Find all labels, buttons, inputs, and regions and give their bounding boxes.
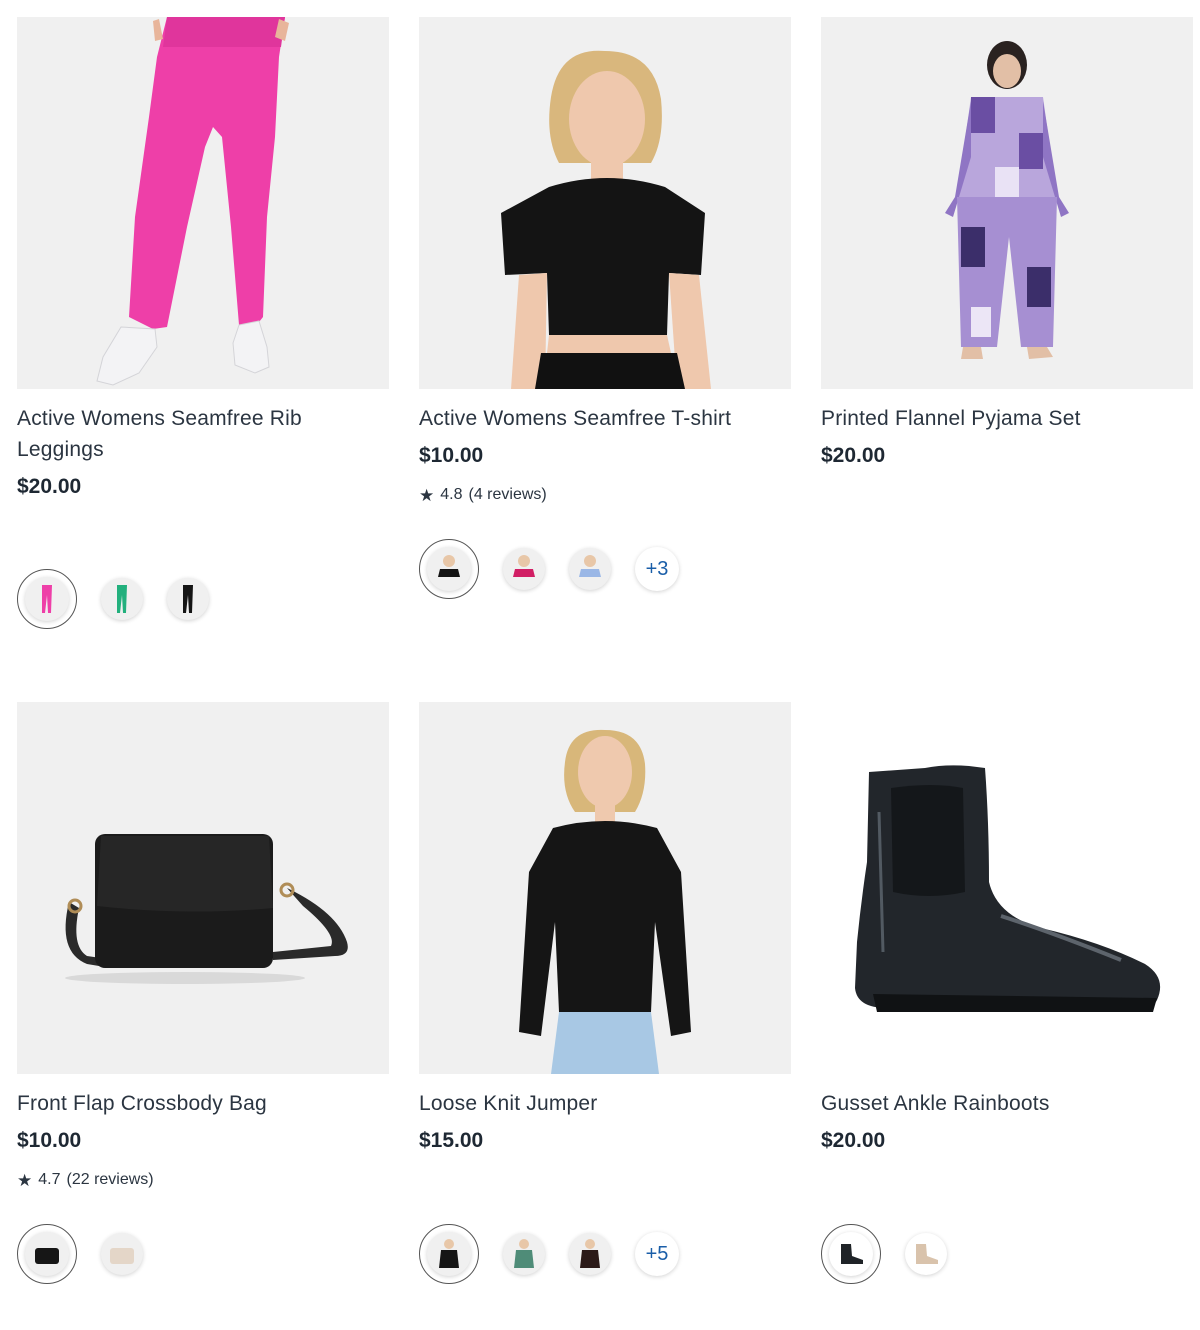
swatch-dark-brown[interactable] [569, 1233, 611, 1275]
product-rating[interactable]: ★ 4.7 (22 reviews) [17, 1171, 389, 1189]
product-card: Front Flap Crossbody Bag $10.00 ★ 4.7 (2… [17, 702, 389, 1284]
star-icon: ★ [419, 485, 435, 505]
swatch-cream[interactable] [101, 1233, 143, 1275]
black-tshirt-image [501, 50, 711, 389]
product-image[interactable] [17, 17, 389, 389]
product-title[interactable]: Printed Flannel Pyjama Set [821, 403, 1193, 434]
star-icon: ★ [17, 1170, 33, 1190]
product-card: Active Womens Seamfree T-shirt $10.00 ★ … [419, 17, 791, 599]
product-image[interactable] [17, 702, 389, 1074]
swatch-green[interactable] [503, 1233, 545, 1275]
color-swatches [821, 1224, 971, 1284]
color-swatches: +5 [419, 1224, 679, 1284]
color-swatches: +3 [419, 539, 679, 599]
swatch-black[interactable] [167, 578, 209, 620]
product-image[interactable] [419, 17, 791, 389]
review-count: (4 reviews) [468, 486, 547, 503]
product-title[interactable]: Active Womens Seamfree Rib Leggings [17, 403, 389, 465]
product-card: Gusset Ankle Rainboots $20.00 [821, 702, 1193, 1284]
product-image[interactable] [821, 17, 1193, 389]
rating-value: 4.7 [38, 1171, 61, 1188]
swatch-pink[interactable] [17, 569, 77, 629]
swatch-black[interactable] [17, 1224, 77, 1284]
product-price: $15.00 [419, 1129, 484, 1152]
product-card: Active Womens Seamfree Rib Leggings $20.… [17, 17, 389, 629]
product-price: $10.00 [17, 1129, 82, 1152]
product-image[interactable] [419, 702, 791, 1074]
product-price: $20.00 [17, 475, 82, 498]
product-rating[interactable]: ★ 4.8 (4 reviews) [419, 486, 791, 504]
purple-pyjama-image [945, 41, 1069, 359]
pink-leggings-image [96, 17, 289, 386]
swatch-black[interactable] [419, 539, 479, 599]
swatch-green[interactable] [101, 578, 143, 620]
color-swatches [17, 569, 233, 629]
color-swatches [17, 1224, 167, 1284]
product-card: Printed Flannel Pyjama Set $20.00 [821, 17, 1193, 468]
swatch-beige[interactable] [905, 1233, 947, 1275]
swatch-black[interactable] [821, 1224, 881, 1284]
black-jumper-image [519, 729, 691, 1074]
product-title[interactable]: Active Womens Seamfree T-shirt [419, 403, 791, 434]
swatch-light-blue[interactable] [569, 548, 611, 590]
product-card: Loose Knit Jumper $15.00 +5 [419, 702, 791, 1284]
product-image[interactable] [821, 702, 1193, 1074]
rating-value: 4.8 [440, 486, 463, 503]
swatch-magenta[interactable] [503, 548, 545, 590]
black-bag-image [65, 834, 348, 984]
more-colors-button[interactable]: +5 [635, 1232, 679, 1276]
product-title[interactable]: Loose Knit Jumper [419, 1088, 791, 1119]
more-colors-button[interactable]: +3 [635, 547, 679, 591]
review-count: (22 reviews) [66, 1171, 154, 1188]
product-price: $20.00 [821, 444, 886, 467]
product-price: $10.00 [419, 444, 484, 467]
product-price: $20.00 [821, 1129, 886, 1152]
product-title[interactable]: Front Flap Crossbody Bag [17, 1088, 389, 1119]
product-title[interactable]: Gusset Ankle Rainboots [821, 1088, 1193, 1119]
black-rainboot-image [855, 765, 1161, 1012]
swatch-black[interactable] [419, 1224, 479, 1284]
